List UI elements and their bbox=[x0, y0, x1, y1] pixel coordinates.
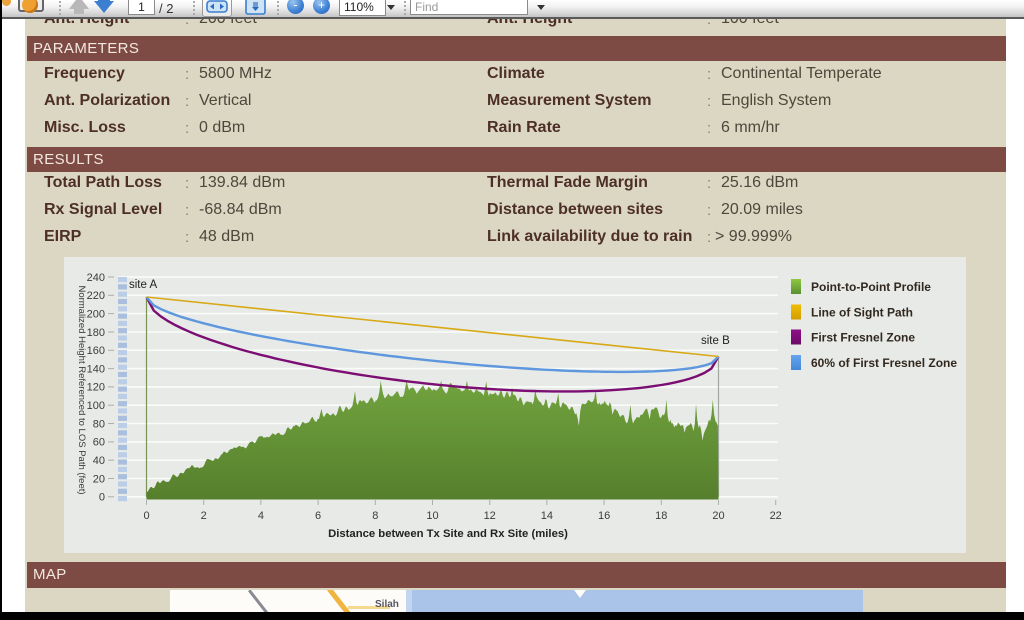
svg-text:site B: site B bbox=[701, 335, 730, 347]
svg-text:8: 8 bbox=[372, 510, 378, 522]
svg-text:80: 80 bbox=[93, 418, 105, 430]
svg-text:20: 20 bbox=[712, 510, 724, 522]
svg-text:14: 14 bbox=[541, 510, 553, 522]
svg-text:220: 220 bbox=[87, 290, 105, 302]
svg-text:Distance between Tx Site and R: Distance between Tx Site and Rx Site (mi… bbox=[328, 528, 568, 540]
svg-text:20: 20 bbox=[93, 473, 105, 485]
svg-text:140: 140 bbox=[87, 363, 105, 375]
svg-text:6: 6 bbox=[315, 510, 321, 522]
svg-text:12: 12 bbox=[484, 510, 496, 522]
svg-text:22: 22 bbox=[770, 510, 782, 522]
svg-text:4: 4 bbox=[258, 510, 264, 522]
svg-text:120: 120 bbox=[87, 382, 105, 394]
svg-text:2: 2 bbox=[201, 510, 207, 522]
svg-text:Normalized Height Referenced t: Normalized Height Referenced to LOS Path… bbox=[76, 285, 87, 494]
svg-text:60% of First Fresnel Zone: 60% of First Fresnel Zone bbox=[811, 356, 957, 370]
svg-text:40: 40 bbox=[93, 455, 105, 467]
svg-text:10: 10 bbox=[426, 510, 438, 522]
svg-text:0: 0 bbox=[99, 492, 105, 504]
svg-text:First Fresnel Zone: First Fresnel Zone bbox=[811, 331, 915, 345]
svg-text:site A: site A bbox=[129, 279, 157, 291]
svg-text:160: 160 bbox=[87, 345, 105, 357]
svg-text:18: 18 bbox=[655, 510, 667, 522]
svg-text:100: 100 bbox=[87, 400, 105, 412]
svg-text:180: 180 bbox=[87, 327, 105, 339]
svg-text:60: 60 bbox=[93, 437, 105, 449]
svg-text:Line of Sight Path: Line of Sight Path bbox=[811, 306, 913, 320]
svg-text:240: 240 bbox=[87, 272, 105, 284]
svg-text:0: 0 bbox=[143, 510, 149, 522]
svg-text:200: 200 bbox=[87, 308, 105, 320]
svg-text:Point-to-Point Profile: Point-to-Point Profile bbox=[811, 280, 931, 294]
svg-text:16: 16 bbox=[598, 510, 610, 522]
